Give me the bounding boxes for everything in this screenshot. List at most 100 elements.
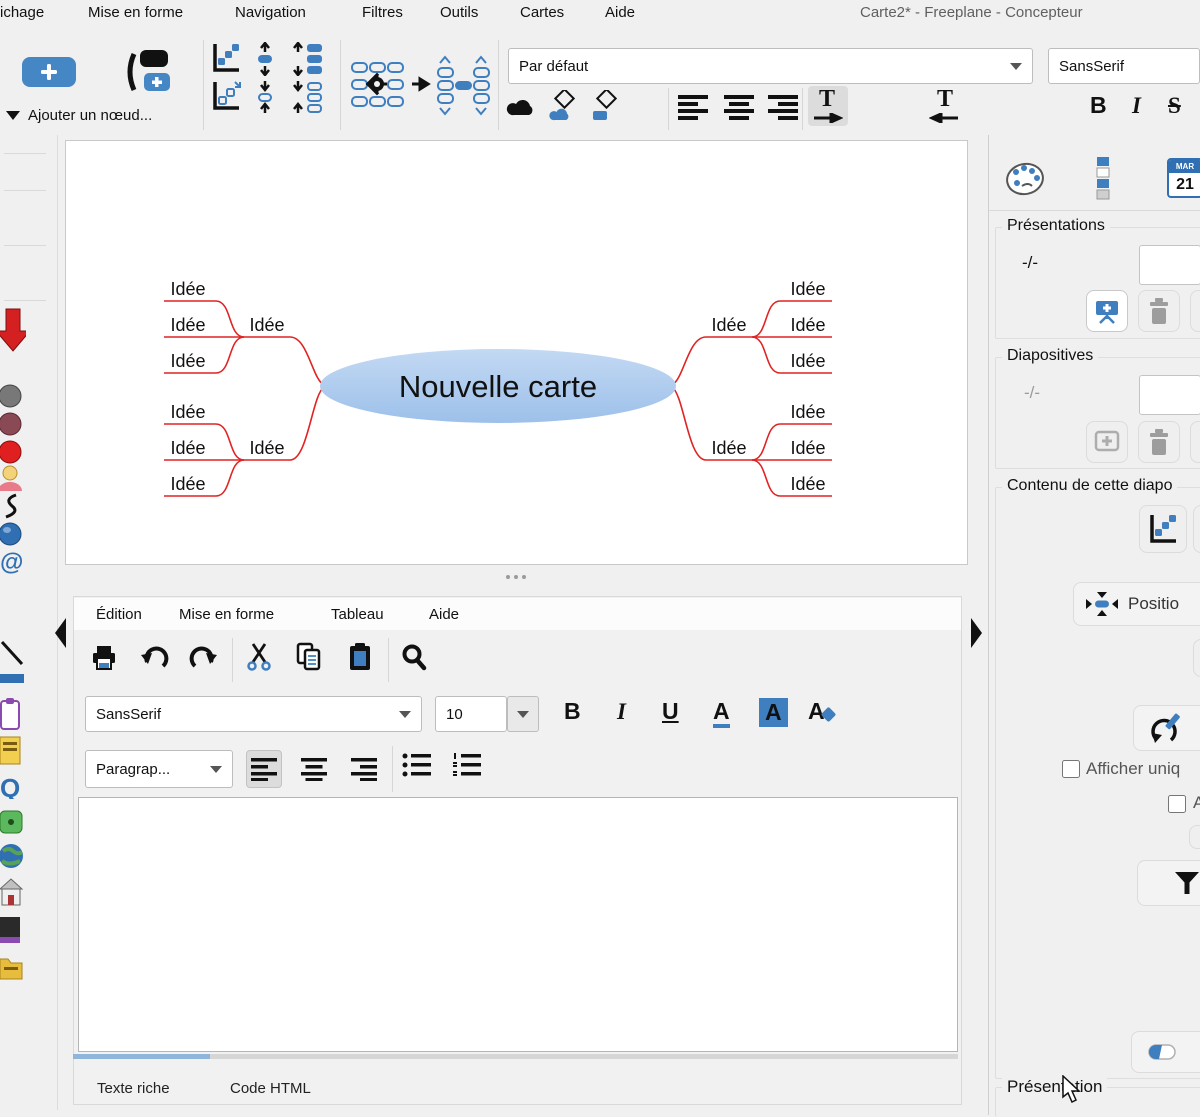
yellow-note-icon[interactable] — [0, 735, 26, 767]
dark-book-icon[interactable] — [0, 915, 26, 947]
tab-texte-riche[interactable]: Texte riche — [97, 1080, 170, 1097]
menu-filtres[interactable]: Filtres — [362, 4, 403, 21]
note-text-area[interactable] — [78, 797, 958, 1052]
editor-clear-format-button[interactable]: A — [808, 698, 842, 728]
collapse-panel-left-icon[interactable] — [55, 618, 66, 648]
editor-size-field[interactable]: 10 — [435, 696, 507, 732]
collapse-panel-right-icon[interactable] — [971, 618, 982, 648]
copy-button[interactable] — [295, 642, 323, 672]
pen-stroke-icon[interactable] — [0, 640, 26, 666]
editor-size-dropdown-button[interactable] — [507, 696, 539, 732]
editor-align-right-button[interactable] — [346, 750, 382, 788]
node-idea[interactable]: Idée — [790, 279, 825, 299]
new-presentation-button[interactable] — [1086, 290, 1128, 332]
purple-clipboard-icon[interactable] — [0, 697, 26, 731]
calendar-button[interactable]: MAR 21 — [1167, 158, 1200, 198]
editor-menu-mise-en-forme[interactable]: Mise en forme — [179, 606, 274, 623]
black-squiggle-icon[interactable] — [0, 493, 26, 519]
text-direction-ltr-button[interactable]: T — [808, 86, 848, 126]
node-idea[interactable]: Idée — [790, 438, 825, 458]
increase-vertical-space-button[interactable] — [252, 42, 278, 76]
fold-state-button[interactable] — [1139, 505, 1187, 553]
position-button[interactable]: Positio — [1073, 582, 1200, 626]
print-button[interactable] — [90, 644, 118, 672]
redo-button[interactable] — [189, 644, 219, 672]
partial-checkbox[interactable] — [1168, 795, 1186, 813]
map-canvas[interactable]: Nouvelle carte Idée Idée Idée Idée Idée … — [65, 140, 968, 565]
partial-small-button[interactable] — [1189, 825, 1200, 849]
unfold-all-button[interactable] — [211, 42, 241, 74]
add-child-node-button[interactable] — [120, 48, 176, 96]
menu-navigation[interactable]: Navigation — [235, 4, 306, 21]
editor-bold-button[interactable]: B — [564, 700, 581, 723]
green-node-icon[interactable] — [0, 809, 26, 835]
undo-button[interactable] — [139, 644, 169, 672]
align-nodes-center-button[interactable] — [722, 93, 756, 123]
menu-cartes[interactable]: Cartes — [520, 4, 564, 21]
bold-button[interactable]: B — [1090, 94, 1107, 117]
italic-button[interactable]: I — [1132, 94, 1141, 117]
node-idea[interactable]: Idée — [790, 474, 825, 494]
editor-align-left-button[interactable] — [246, 750, 282, 788]
menu-outils[interactable]: Outils — [440, 4, 478, 21]
layout-management-button[interactable] — [350, 55, 492, 117]
fold-all-button[interactable] — [211, 80, 241, 112]
add-node-button[interactable] — [22, 57, 76, 87]
at-sign-icon[interactable]: @ — [0, 549, 26, 575]
editor-menu-edition[interactable]: Édition — [96, 606, 142, 623]
node-idea-parent[interactable]: Idée — [249, 315, 284, 335]
editor-highlight-button[interactable]: A — [759, 698, 788, 727]
menu-affichage[interactable]: ichage — [0, 4, 44, 21]
red-circle-icon[interactable] — [0, 439, 26, 465]
yellow-folder-icon[interactable] — [0, 953, 26, 983]
partial-fold-button[interactable] — [1193, 505, 1200, 553]
globe-icon[interactable] — [0, 841, 26, 871]
font-combobox-top[interactable]: SansSerif — [1048, 48, 1200, 84]
align-nodes-right-button[interactable] — [766, 93, 800, 123]
search-button[interactable] — [400, 643, 428, 671]
editor-underline-button[interactable]: U — [662, 700, 679, 723]
editor-paragraph-combobox[interactable]: Paragrap... — [85, 750, 233, 788]
node-idea[interactable]: Idée — [170, 474, 205, 494]
edit-slide-style-button[interactable] — [1133, 705, 1200, 751]
slide-name-input[interactable] — [1139, 375, 1200, 415]
filter-button[interactable] — [1137, 860, 1200, 906]
editor-font-color-button[interactable]: A — [713, 700, 730, 728]
layers-button[interactable] — [1095, 156, 1111, 202]
menu-mise-en-forme[interactable]: Mise en forme — [88, 4, 183, 21]
increase-vertical-space-all-button[interactable] — [292, 42, 324, 76]
magnifier-q-icon[interactable]: Q — [0, 773, 26, 799]
blue-bar-icon[interactable] — [0, 670, 26, 696]
person-icon[interactable] — [0, 465, 26, 491]
strikethrough-button[interactable]: S — [1168, 94, 1181, 117]
node-idea[interactable]: Idée — [790, 351, 825, 371]
editor-italic-button[interactable]: I — [617, 700, 626, 723]
maroon-circle-icon[interactable] — [0, 411, 26, 437]
node-idea-parent[interactable]: Idée — [711, 438, 746, 458]
add-node-menu[interactable]: Ajouter un nœud... — [6, 107, 152, 124]
cloud-button[interactable] — [505, 90, 539, 124]
node-idea[interactable]: Idée — [170, 315, 205, 335]
presentation-name-input[interactable] — [1139, 245, 1200, 285]
node-idea[interactable]: Idée — [170, 438, 205, 458]
node-idea[interactable]: Idée — [170, 279, 205, 299]
splitter-handle[interactable] — [506, 575, 526, 579]
node-idea-parent[interactable]: Idée — [711, 315, 746, 335]
delete-slide-button[interactable] — [1138, 421, 1180, 463]
cut-button[interactable] — [245, 642, 273, 672]
tab-code-html[interactable]: Code HTML — [230, 1080, 311, 1097]
editor-font-combobox[interactable]: SansSerif — [85, 696, 422, 732]
editor-menu-aide[interactable]: Aide — [429, 606, 459, 623]
node-idea[interactable]: Idée — [790, 402, 825, 422]
home-icon[interactable] — [0, 877, 26, 909]
red-arrow-down-icon[interactable] — [0, 307, 26, 353]
align-nodes-left-button[interactable] — [676, 93, 710, 123]
show-only-checkbox[interactable] — [1062, 760, 1080, 778]
node-idea[interactable]: Idée — [170, 402, 205, 422]
node-idea-parent[interactable]: Idée — [249, 438, 284, 458]
blue-sphere-icon[interactable] — [0, 521, 26, 547]
toggle-option-button[interactable]: N — [1131, 1031, 1200, 1073]
new-slide-button[interactable] — [1086, 421, 1128, 463]
text-direction-rtl-button[interactable]: T — [924, 86, 964, 126]
node-idea[interactable]: Idée — [170, 351, 205, 371]
